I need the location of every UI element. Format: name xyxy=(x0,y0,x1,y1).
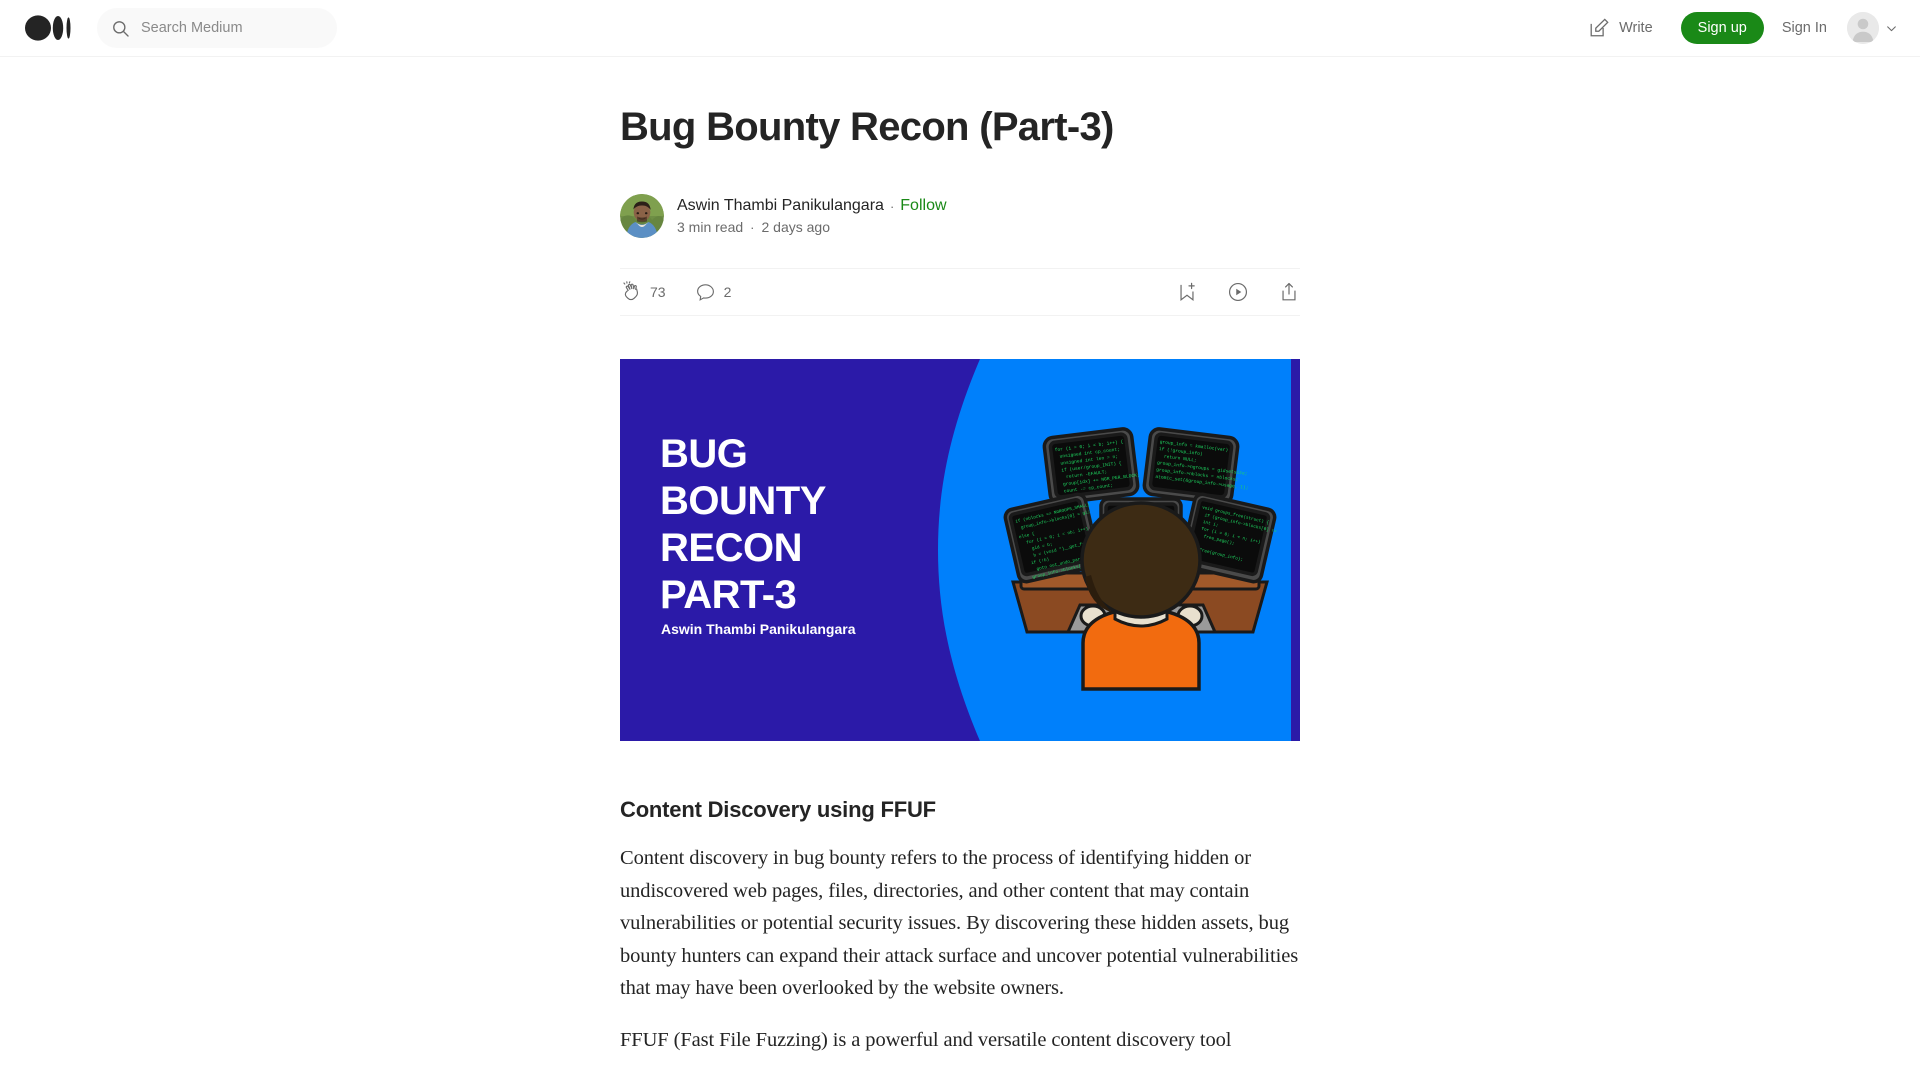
chevron-down-icon[interactable] xyxy=(1885,22,1898,35)
byline: Aswin Thambi Panikulangara · Follow 3 mi… xyxy=(620,194,1300,238)
bookmark-plus-icon xyxy=(1180,282,1195,301)
comment-count: 2 xyxy=(723,284,732,300)
follow-button[interactable]: Follow xyxy=(900,197,946,215)
clap-count: 73 xyxy=(650,284,666,300)
site-header: Write Sign up Sign In xyxy=(0,0,1920,57)
engagement-left: 73 2 xyxy=(620,281,731,303)
share-button[interactable] xyxy=(1278,281,1300,303)
engagement-bar: 73 2 xyxy=(620,268,1300,316)
listen-button[interactable] xyxy=(1227,281,1249,303)
search-icon xyxy=(113,20,129,37)
byline-meta-row: 3 min read · 2 days ago xyxy=(677,219,947,235)
clap-icon xyxy=(623,281,639,301)
read-time: 3 min read xyxy=(677,219,744,235)
share-upload-icon xyxy=(1282,282,1296,301)
byline-separator: · xyxy=(889,198,895,214)
author-avatar-image xyxy=(620,194,664,238)
byline-author-row: Aswin Thambi Panikulangara · Follow xyxy=(677,197,947,215)
byline-text: Aswin Thambi Panikulangara · Follow 3 mi… xyxy=(677,197,947,235)
svg-text:BUG: BUG xyxy=(660,432,747,476)
signup-button[interactable]: Sign up xyxy=(1680,12,1764,44)
medium-logo-icon xyxy=(25,15,71,41)
search-box[interactable] xyxy=(97,8,337,48)
comment-bubble-icon xyxy=(696,283,714,301)
section-heading: Content Discovery using FFUF xyxy=(620,797,936,822)
account-menu[interactable] xyxy=(1847,12,1898,44)
article-paragraph: Content discovery in bug bounty refers t… xyxy=(620,847,1299,999)
svg-text:PART-3: PART-3 xyxy=(660,573,796,617)
engagement-right xyxy=(1176,281,1300,303)
article-container: Bug Bounty Recon (Part-3) Aswin Thambi P… xyxy=(620,57,1300,1056)
author-name[interactable]: Aswin Thambi Panikulangara xyxy=(677,197,884,215)
clap-button[interactable]: 73 xyxy=(620,281,666,303)
user-avatar[interactable] xyxy=(1847,12,1879,44)
author-avatar[interactable] xyxy=(620,194,664,238)
user-avatar-placeholder-icon xyxy=(1847,12,1879,44)
pencil-square-icon xyxy=(1590,18,1609,37)
hero-illustration: BUG BOUNTY RECON PART-3 Aswin Thambi Pan… xyxy=(620,359,1300,741)
published-date: 2 days ago xyxy=(761,219,831,235)
search-input[interactable] xyxy=(141,20,316,36)
signin-button[interactable]: Sign In xyxy=(1782,20,1827,36)
comment-button[interactable]: 2 xyxy=(695,282,732,303)
bookmark-button[interactable] xyxy=(1176,281,1198,303)
page-title: Bug Bounty Recon (Part-3) xyxy=(620,105,1114,149)
svg-text:Aswin Thambi Panikulangara: Aswin Thambi Panikulangara xyxy=(661,621,856,637)
article-hero-image: BUG BOUNTY RECON PART-3 Aswin Thambi Pan… xyxy=(620,359,1300,741)
svg-text:BOUNTY: BOUNTY xyxy=(660,479,827,523)
meta-separator: · xyxy=(750,219,755,235)
write-label: Write xyxy=(1619,20,1653,36)
article-paragraph: FFUF (Fast File Fuzzing) is a powerful a… xyxy=(620,1028,1232,1051)
write-button[interactable]: Write xyxy=(1578,11,1663,45)
play-circle-icon xyxy=(1228,282,1248,302)
header-actions: Write Sign up Sign In xyxy=(1578,11,1898,45)
medium-logo[interactable] xyxy=(25,15,71,41)
svg-text:RECON: RECON xyxy=(660,526,802,570)
